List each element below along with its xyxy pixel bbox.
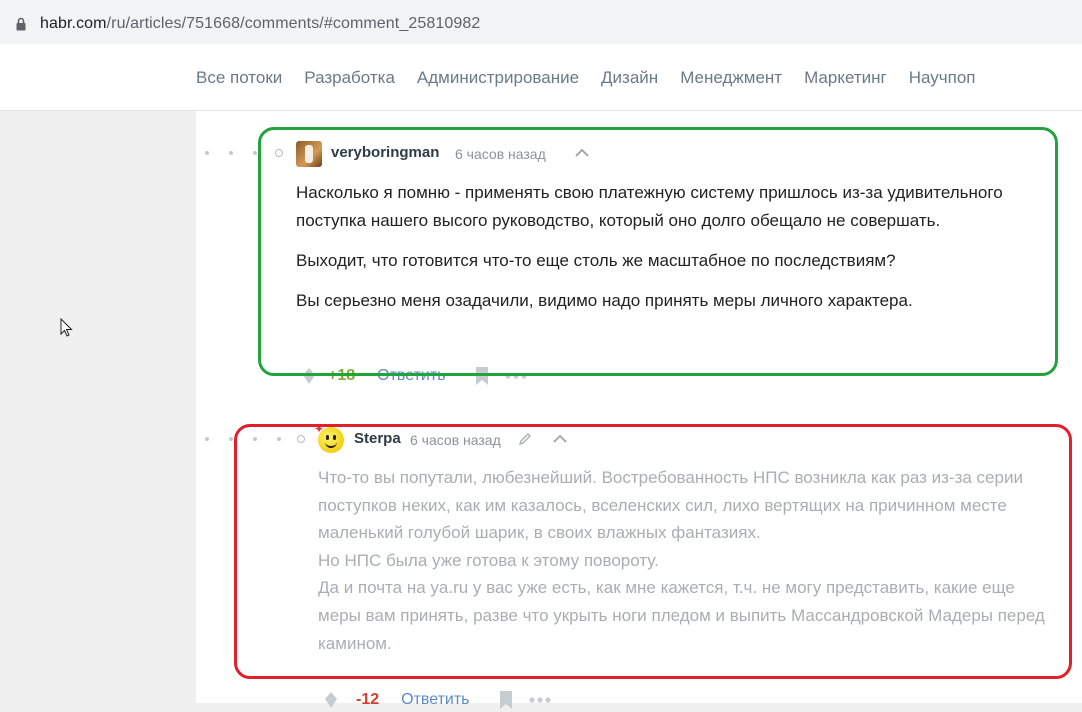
comment-footer: -12 Ответить xyxy=(322,688,552,712)
comment-score: +18 xyxy=(328,367,356,384)
edit-icon[interactable] xyxy=(518,432,532,446)
comment-paragraph: Выходит, что готовится что-то еще столь … xyxy=(296,251,896,270)
nav-item-management[interactable]: Менеджмент xyxy=(680,68,782,88)
vote-icon[interactable] xyxy=(300,366,318,386)
comment-body: Что-то вы попутали, любезнейший. Востреб… xyxy=(318,464,1058,657)
comment-footer: +18 Ответить xyxy=(300,364,528,388)
vote-icon[interactable] xyxy=(322,690,340,710)
comment-line: Да и почта на ya.ru у вас уже есть, как … xyxy=(318,578,1045,653)
comment-time[interactable]: 6 часов назад xyxy=(410,432,501,448)
nav-item-popsci[interactable]: Научпоп xyxy=(909,68,976,88)
nav-item-development[interactable]: Разработка xyxy=(304,68,395,88)
nav-item-marketing[interactable]: Маркетинг xyxy=(804,68,887,88)
bookmark-icon[interactable] xyxy=(474,366,490,386)
reply-link[interactable]: Ответить xyxy=(377,367,445,385)
main-nav: Все потоки Разработка Администрирование … xyxy=(0,44,1082,111)
comment-time[interactable]: 6 часов назад xyxy=(455,146,546,162)
avatar[interactable]: ✦ xyxy=(314,423,344,453)
comment-author[interactable]: Sterpa xyxy=(354,430,401,447)
comment-line: Но НПС была уже готова к этому повороту. xyxy=(318,550,659,570)
thread-depth-dots xyxy=(205,434,305,444)
nav-item-all-flows[interactable]: Все потоки xyxy=(196,68,282,88)
reply-link[interactable]: Ответить xyxy=(401,691,469,709)
lock-icon xyxy=(16,17,26,31)
mouse-cursor-icon xyxy=(60,318,73,337)
url-text: habr.com/ru/articles/751668/comments/#co… xyxy=(40,15,481,32)
comment-paragraph: Насколько я помню - применять свою плате… xyxy=(296,183,1003,230)
nav-item-design[interactable]: Дизайн xyxy=(601,68,658,88)
address-bar[interactable]: habr.com/ru/articles/751668/comments/#co… xyxy=(0,0,1082,44)
nav-item-administration[interactable]: Администрирование xyxy=(417,68,579,88)
avatar[interactable] xyxy=(296,141,322,167)
comment-score: -12 xyxy=(356,691,380,708)
url-field[interactable]: habr.com/ru/articles/751668/comments/#co… xyxy=(0,4,1082,38)
thread-depth-dots xyxy=(205,148,285,158)
comment-author[interactable]: veryboringman xyxy=(331,144,439,161)
more-icon[interactable] xyxy=(504,372,528,380)
comment-body: Насколько я помню - применять свою плате… xyxy=(296,179,1056,327)
chevron-up-icon[interactable] xyxy=(574,148,590,158)
bookmark-icon[interactable] xyxy=(498,690,514,710)
comment-line: Что-то вы попутали, любезнейший. Востреб… xyxy=(318,468,1023,543)
chevron-up-icon[interactable] xyxy=(552,434,568,444)
comment-paragraph: Вы серьезно меня озадачили, видимо надо … xyxy=(296,291,913,310)
